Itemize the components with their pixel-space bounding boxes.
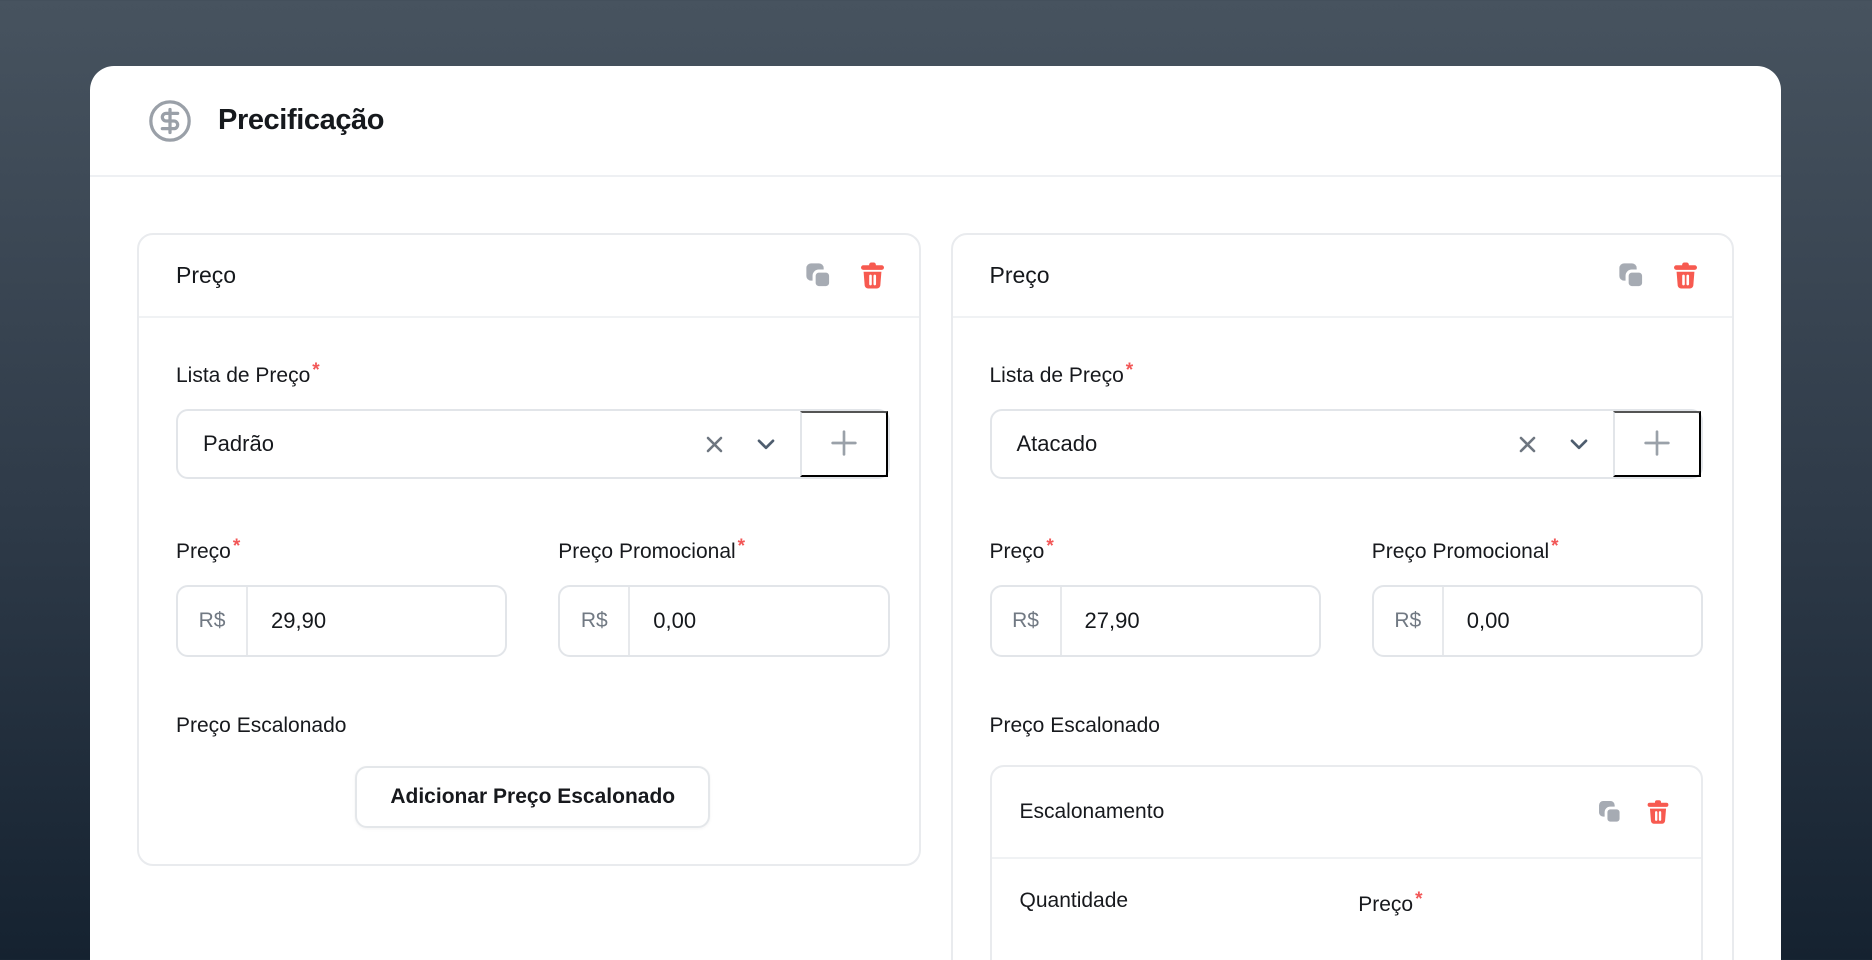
price-list-label: Lista de Preço* <box>176 360 890 388</box>
required-marker: * <box>1126 360 1133 381</box>
price-panel-body: Lista de Preço* Atacado Preço* <box>953 318 1733 960</box>
copy-icon <box>1596 798 1624 826</box>
price-list-select-main[interactable]: Padrão <box>178 411 800 477</box>
chevron-down-icon[interactable] <box>754 432 778 456</box>
currency-prefix: R$ <box>1374 587 1444 655</box>
promo-price-input-value[interactable]: 0,00 <box>630 587 887 655</box>
required-marker: * <box>1415 889 1422 910</box>
tier-actions <box>1596 798 1672 826</box>
plus-icon <box>828 427 860 462</box>
price-list-select: Padrão <box>176 409 890 479</box>
price-list-select-value: Atacado <box>1017 431 1489 457</box>
currency-prefix: R$ <box>178 587 248 655</box>
plus-icon <box>1641 427 1673 462</box>
promo-price-input-value[interactable]: 0,00 <box>1444 587 1701 655</box>
price-panel: Preço Lista de Preço* Atacado <box>951 233 1735 960</box>
price-input-value[interactable]: 29,90 <box>248 587 505 655</box>
tier-card: Escalonamento Quantidade <box>990 765 1704 960</box>
card-header: Precificação <box>90 66 1781 177</box>
quantity-label: Quantidade <box>1020 889 1335 917</box>
promo-price-label: Preço Promocional* <box>1372 536 1703 564</box>
clear-icon[interactable] <box>703 433 726 456</box>
price-fields-row: Preço* R$ 27,90 Preço Promocional* R$ <box>990 536 1704 657</box>
tier-price-label: Preço* <box>1358 889 1673 917</box>
price-label: Preço* <box>990 536 1321 564</box>
price-input-value[interactable]: 27,90 <box>1062 587 1319 655</box>
panel-title: Preço <box>176 262 236 289</box>
copy-icon <box>803 260 834 291</box>
delete-price-button[interactable] <box>1670 260 1701 291</box>
price-input[interactable]: R$ 27,90 <box>990 585 1321 657</box>
price-list-label: Lista de Preço* <box>990 360 1704 388</box>
copy-icon <box>1616 260 1647 291</box>
duplicate-price-button[interactable] <box>1616 260 1647 291</box>
circle-dollar-icon <box>147 98 193 144</box>
tier-card-header: Escalonamento <box>992 767 1702 859</box>
required-marker: * <box>738 536 745 557</box>
promo-price-field: Preço Promocional* R$ 0,00 <box>1372 536 1703 657</box>
card-body: Preço Lista de Preço* Padrão <box>90 177 1781 960</box>
trash-icon <box>857 260 888 291</box>
page-title: Precificação <box>218 104 384 137</box>
clear-icon[interactable] <box>1516 433 1539 456</box>
currency-prefix: R$ <box>560 587 630 655</box>
price-list-select: Atacado <box>990 409 1704 479</box>
chevron-down-icon[interactable] <box>1567 432 1591 456</box>
required-marker: * <box>312 360 319 381</box>
delete-tier-button[interactable] <box>1644 798 1672 826</box>
promo-price-field: Preço Promocional* R$ 0,00 <box>558 536 889 657</box>
price-fields-row: Preço* R$ 29,90 Preço Promocional* R$ <box>176 536 890 657</box>
duplicate-price-button[interactable] <box>803 260 834 291</box>
duplicate-tier-button[interactable] <box>1596 798 1624 826</box>
promo-price-input[interactable]: R$ 0,00 <box>558 585 889 657</box>
tier-title: Escalonamento <box>1020 800 1165 824</box>
pricing-card: Precificação Preço Lista de Preço* <box>90 66 1781 960</box>
trash-icon <box>1644 798 1672 826</box>
price-panel-header: Preço <box>139 235 919 318</box>
price-label: Preço* <box>176 536 507 564</box>
price-input[interactable]: R$ 29,90 <box>176 585 507 657</box>
add-price-list-button[interactable] <box>800 411 888 477</box>
price-field: Preço* R$ 29,90 <box>176 536 507 657</box>
trash-icon <box>1670 260 1701 291</box>
required-marker: * <box>1551 536 1558 557</box>
price-field: Preço* R$ 27,90 <box>990 536 1321 657</box>
price-panel-header: Preço <box>953 235 1733 318</box>
add-tiered-price-button[interactable]: Adicionar Preço Escalonado <box>355 766 710 828</box>
panel-actions <box>1616 260 1701 291</box>
tiered-price-label: Preço Escalonado <box>990 714 1704 738</box>
add-price-list-button[interactable] <box>1613 411 1701 477</box>
currency-prefix: R$ <box>992 587 1062 655</box>
price-panel: Preço Lista de Preço* Padrão <box>137 233 921 866</box>
promo-price-input[interactable]: R$ 0,00 <box>1372 585 1703 657</box>
promo-price-label: Preço Promocional* <box>558 536 889 564</box>
tier-card-body: Quantidade Preço* <box>992 859 1702 960</box>
required-marker: * <box>1046 536 1053 557</box>
delete-price-button[interactable] <box>857 260 888 291</box>
panel-actions <box>803 260 888 291</box>
price-list-select-main[interactable]: Atacado <box>992 411 1614 477</box>
panel-title: Preço <box>990 262 1050 289</box>
required-marker: * <box>233 536 240 557</box>
tiered-price-label: Preço Escalonado <box>176 714 890 738</box>
price-list-select-value: Padrão <box>203 431 675 457</box>
price-panel-body: Lista de Preço* Padrão Preço* <box>139 318 919 864</box>
